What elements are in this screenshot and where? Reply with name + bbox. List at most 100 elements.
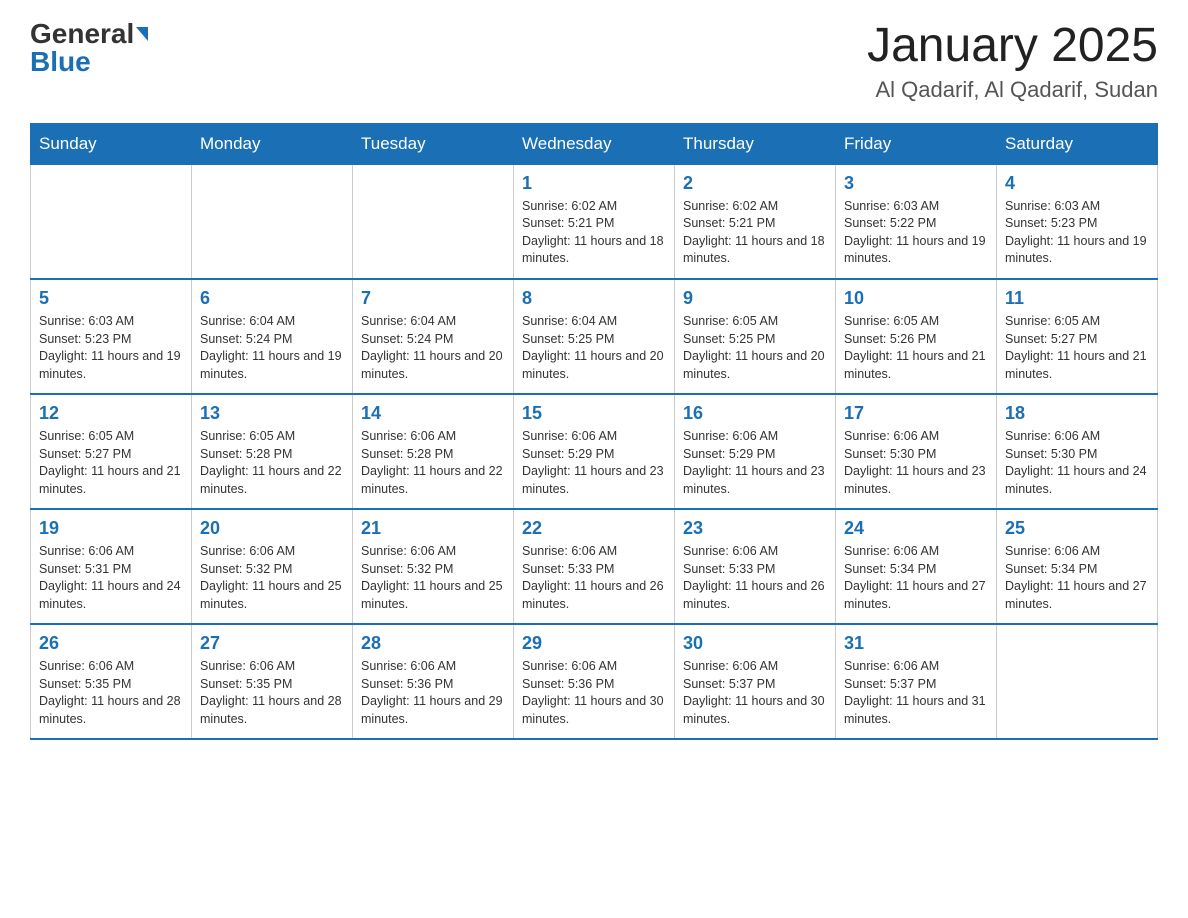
day-info: Sunrise: 6:05 AMSunset: 5:28 PMDaylight:… — [200, 428, 344, 498]
day-number: 23 — [683, 518, 827, 539]
header-cell-monday: Monday — [192, 123, 353, 164]
logo: General Blue — [30, 20, 148, 76]
day-cell: 3Sunrise: 6:03 AMSunset: 5:22 PMDaylight… — [836, 164, 997, 279]
header-cell-tuesday: Tuesday — [353, 123, 514, 164]
day-cell: 25 Sunrise: 6:06 AMSunset: 5:34 PMDayligh… — [997, 509, 1158, 624]
day-info: Sunrise: 6:02 AMSunset: 5:21 PMDaylight:… — [522, 198, 666, 268]
day-cell: 6 Sunrise: 6:04 AMSunset: 5:24 PMDaylight… — [192, 279, 353, 394]
day-cell: 19Sunrise: 6:06 AMSunset: 5:31 PMDayligh… — [31, 509, 192, 624]
day-info: Sunrise: 6:06 AMSunset: 5:36 PMDaylight:… — [361, 658, 505, 728]
day-cell: 16 Sunrise: 6:06 AMSunset: 5:29 PMDayligh… — [675, 394, 836, 509]
day-info: Sunrise: 6:06 AMSunset: 5:34 PMDaylight:… — [1005, 543, 1149, 613]
day-info: Sunrise: 6:02 AMSunset: 5:21 PMDaylight:… — [683, 198, 827, 268]
day-cell: 13Sunrise: 6:05 AMSunset: 5:28 PMDayligh… — [192, 394, 353, 509]
day-number: 22 — [522, 518, 666, 539]
calendar-header: SundayMondayTuesdayWednesdayThursdayFrid… — [31, 123, 1158, 164]
day-info: Sunrise: 6:06 AMSunset: 5:29 PMDaylight:… — [522, 428, 666, 498]
day-number: 7 — [361, 288, 505, 309]
day-info: Sunrise: 6:06 AMSunset: 5:36 PMDaylight:… — [522, 658, 666, 728]
day-cell: 17 Sunrise: 6:06 AMSunset: 5:30 PMDayligh… — [836, 394, 997, 509]
day-info: Sunrise: 6:05 AMSunset: 5:26 PMDaylight:… — [844, 313, 988, 383]
day-cell: 21 Sunrise: 6:06 AMSunset: 5:32 PMDayligh… — [353, 509, 514, 624]
day-number: 6 — [200, 288, 344, 309]
week-row-5: 26 Sunrise: 6:06 AMSunset: 5:35 PMDayligh… — [31, 624, 1158, 739]
day-info: Sunrise: 6:04 AMSunset: 5:25 PMDaylight:… — [522, 313, 666, 383]
day-cell: 24 Sunrise: 6:06 AMSunset: 5:34 PMDayligh… — [836, 509, 997, 624]
day-cell: 1 Sunrise: 6:02 AMSunset: 5:21 PMDaylight… — [514, 164, 675, 279]
logo-general-text: General — [30, 20, 134, 48]
day-info: Sunrise: 6:05 AMSunset: 5:27 PMDaylight:… — [1005, 313, 1149, 383]
day-number: 16 — [683, 403, 827, 424]
header-cell-thursday: Thursday — [675, 123, 836, 164]
day-number: 24 — [844, 518, 988, 539]
day-cell: 28Sunrise: 6:06 AMSunset: 5:36 PMDayligh… — [353, 624, 514, 739]
day-number: 29 — [522, 633, 666, 654]
day-info: Sunrise: 6:06 AMSunset: 5:30 PMDaylight:… — [1005, 428, 1149, 498]
day-info: Sunrise: 6:05 AMSunset: 5:25 PMDaylight:… — [683, 313, 827, 383]
day-number: 30 — [683, 633, 827, 654]
day-info: Sunrise: 6:06 AMSunset: 5:31 PMDaylight:… — [39, 543, 183, 613]
week-row-4: 19Sunrise: 6:06 AMSunset: 5:31 PMDayligh… — [31, 509, 1158, 624]
day-number: 12 — [39, 403, 183, 424]
day-number: 21 — [361, 518, 505, 539]
day-info: Sunrise: 6:06 AMSunset: 5:34 PMDaylight:… — [844, 543, 988, 613]
day-info: Sunrise: 6:06 AMSunset: 5:33 PMDaylight:… — [683, 543, 827, 613]
day-info: Sunrise: 6:05 AMSunset: 5:27 PMDaylight:… — [39, 428, 183, 498]
day-cell: 12 Sunrise: 6:05 AMSunset: 5:27 PMDayligh… — [31, 394, 192, 509]
logo-blue-text: Blue — [30, 48, 91, 76]
day-info: Sunrise: 6:06 AMSunset: 5:29 PMDaylight:… — [683, 428, 827, 498]
day-info: Sunrise: 6:06 AMSunset: 5:35 PMDaylight:… — [200, 658, 344, 728]
day-number: 5 — [39, 288, 183, 309]
header-cell-saturday: Saturday — [997, 123, 1158, 164]
week-row-3: 12 Sunrise: 6:05 AMSunset: 5:27 PMDayligh… — [31, 394, 1158, 509]
day-number: 18 — [1005, 403, 1149, 424]
day-number: 11 — [1005, 288, 1149, 309]
day-info: Sunrise: 6:06 AMSunset: 5:33 PMDaylight:… — [522, 543, 666, 613]
day-cell: 29 Sunrise: 6:06 AMSunset: 5:36 PMDayligh… — [514, 624, 675, 739]
calendar-body: 1 Sunrise: 6:02 AMSunset: 5:21 PMDaylight… — [31, 164, 1158, 739]
day-cell: 5 Sunrise: 6:03 AMSunset: 5:23 PMDaylight… — [31, 279, 192, 394]
day-cell: 18 Sunrise: 6:06 AMSunset: 5:30 PMDayligh… — [997, 394, 1158, 509]
header-cell-sunday: Sunday — [31, 123, 192, 164]
day-number: 8 — [522, 288, 666, 309]
day-info: Sunrise: 6:06 AMSunset: 5:32 PMDaylight:… — [361, 543, 505, 613]
day-number: 31 — [844, 633, 988, 654]
day-cell — [192, 164, 353, 279]
day-cell: 7 Sunrise: 6:04 AMSunset: 5:24 PMDaylight… — [353, 279, 514, 394]
day-info: Sunrise: 6:03 AMSunset: 5:23 PMDaylight:… — [39, 313, 183, 383]
calendar-table: SundayMondayTuesdayWednesdayThursdayFrid… — [30, 123, 1158, 741]
day-number: 15 — [522, 403, 666, 424]
day-cell: 31 Sunrise: 6:06 AMSunset: 5:37 PMDayligh… — [836, 624, 997, 739]
day-number: 9 — [683, 288, 827, 309]
day-number: 26 — [39, 633, 183, 654]
day-number: 25 — [1005, 518, 1149, 539]
header-cell-friday: Friday — [836, 123, 997, 164]
week-row-1: 1 Sunrise: 6:02 AMSunset: 5:21 PMDaylight… — [31, 164, 1158, 279]
day-number: 17 — [844, 403, 988, 424]
day-info: Sunrise: 6:03 AMSunset: 5:23 PMDaylight:… — [1005, 198, 1149, 268]
day-cell: 8 Sunrise: 6:04 AMSunset: 5:25 PMDaylight… — [514, 279, 675, 394]
calendar-subtitle: Al Qadarif, Al Qadarif, Sudan — [867, 77, 1158, 103]
day-cell: 20Sunrise: 6:06 AMSunset: 5:32 PMDayligh… — [192, 509, 353, 624]
day-info: Sunrise: 6:06 AMSunset: 5:37 PMDaylight:… — [844, 658, 988, 728]
day-info: Sunrise: 6:04 AMSunset: 5:24 PMDaylight:… — [361, 313, 505, 383]
header-cell-wednesday: Wednesday — [514, 123, 675, 164]
day-number: 1 — [522, 173, 666, 194]
day-cell — [31, 164, 192, 279]
day-info: Sunrise: 6:03 AMSunset: 5:22 PMDaylight:… — [844, 198, 988, 268]
day-number: 10 — [844, 288, 988, 309]
day-cell: 23 Sunrise: 6:06 AMSunset: 5:33 PMDayligh… — [675, 509, 836, 624]
logo-arrow-icon — [136, 27, 148, 41]
day-number: 27 — [200, 633, 344, 654]
day-cell: 26Sunrise: 6:06 AMSunset: 5:35 PMDayligh… — [31, 624, 192, 739]
day-cell — [353, 164, 514, 279]
day-cell — [997, 624, 1158, 739]
day-cell: 27 Sunrise: 6:06 AMSunset: 5:35 PMDayligh… — [192, 624, 353, 739]
day-info: Sunrise: 6:06 AMSunset: 5:30 PMDaylight:… — [844, 428, 988, 498]
day-info: Sunrise: 6:04 AMSunset: 5:24 PMDaylight:… — [200, 313, 344, 383]
day-number: 14 — [361, 403, 505, 424]
header-row: SundayMondayTuesdayWednesdayThursdayFrid… — [31, 123, 1158, 164]
day-cell: 14Sunrise: 6:06 AMSunset: 5:28 PMDayligh… — [353, 394, 514, 509]
day-info: Sunrise: 6:06 AMSunset: 5:32 PMDaylight:… — [200, 543, 344, 613]
day-cell: 4Sunrise: 6:03 AMSunset: 5:23 PMDaylight… — [997, 164, 1158, 279]
